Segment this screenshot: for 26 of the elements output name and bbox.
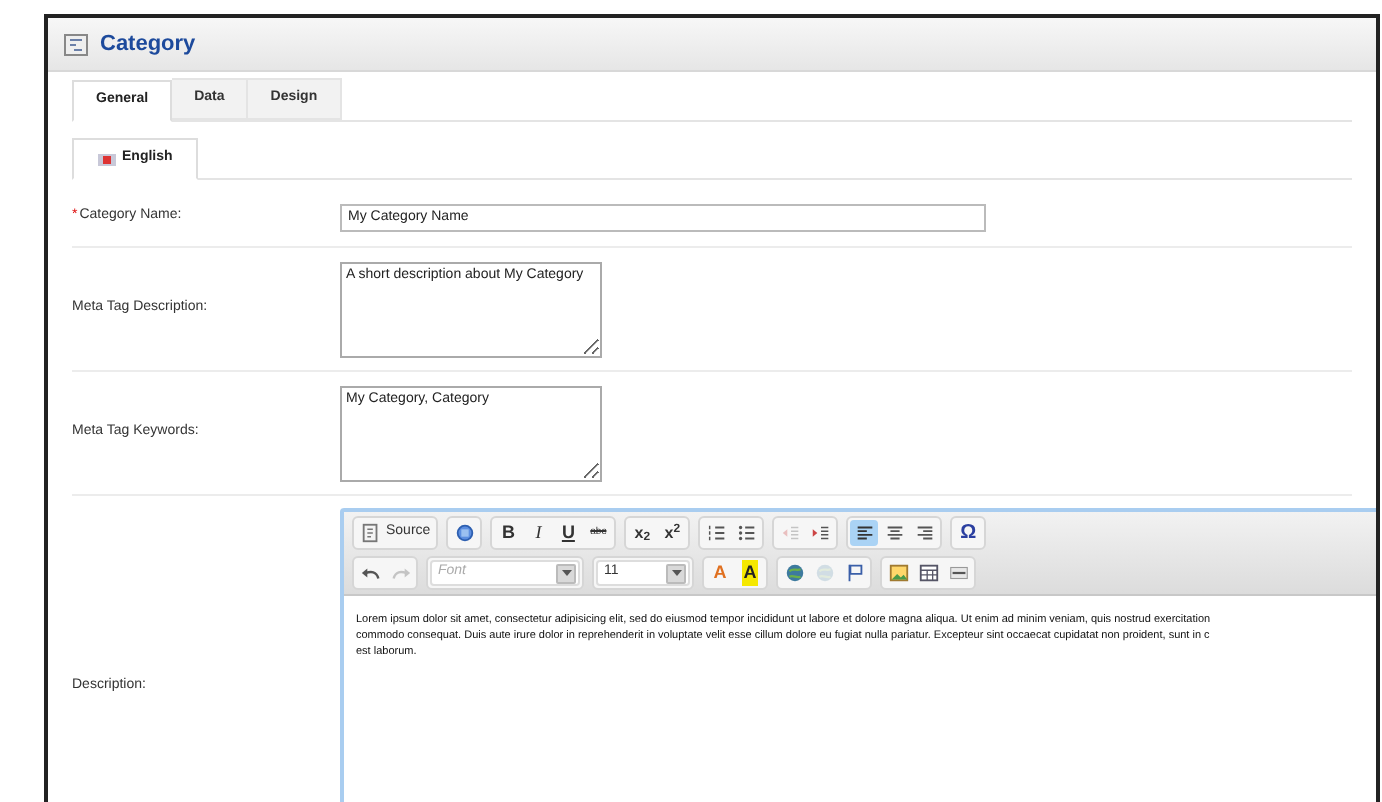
image-button[interactable] — [884, 560, 912, 586]
underline-button[interactable]: U — [554, 520, 583, 546]
special-character-button[interactable]: Ω — [954, 520, 983, 546]
image-icon — [887, 562, 909, 584]
flag-icon — [843, 562, 865, 584]
flag-icon — [98, 153, 116, 165]
table-icon — [917, 562, 939, 584]
outdent-icon — [779, 522, 802, 544]
table-button[interactable] — [914, 560, 942, 586]
numbered-list-icon — [705, 522, 728, 544]
caret-icon — [671, 570, 681, 576]
caret-icon — [561, 570, 571, 576]
align-center-icon — [883, 522, 906, 544]
background-color-button[interactable]: A — [736, 560, 764, 586]
align-right-icon — [913, 522, 936, 544]
subscript-button[interactable]: x$_{2}$ — [628, 520, 657, 546]
align-left-button[interactable] — [850, 520, 879, 546]
bold-button[interactable]: B — [494, 520, 523, 546]
align-left-icon — [853, 522, 876, 544]
bulleted-list-icon — [735, 522, 758, 544]
list-icon — [64, 33, 88, 55]
panel-title: Category — [100, 29, 196, 60]
italic-button[interactable]: I — [524, 520, 553, 546]
superscript-button[interactable]: x$^{2}$ — [658, 520, 687, 546]
indent-icon — [809, 522, 832, 544]
document-icon — [360, 522, 382, 544]
